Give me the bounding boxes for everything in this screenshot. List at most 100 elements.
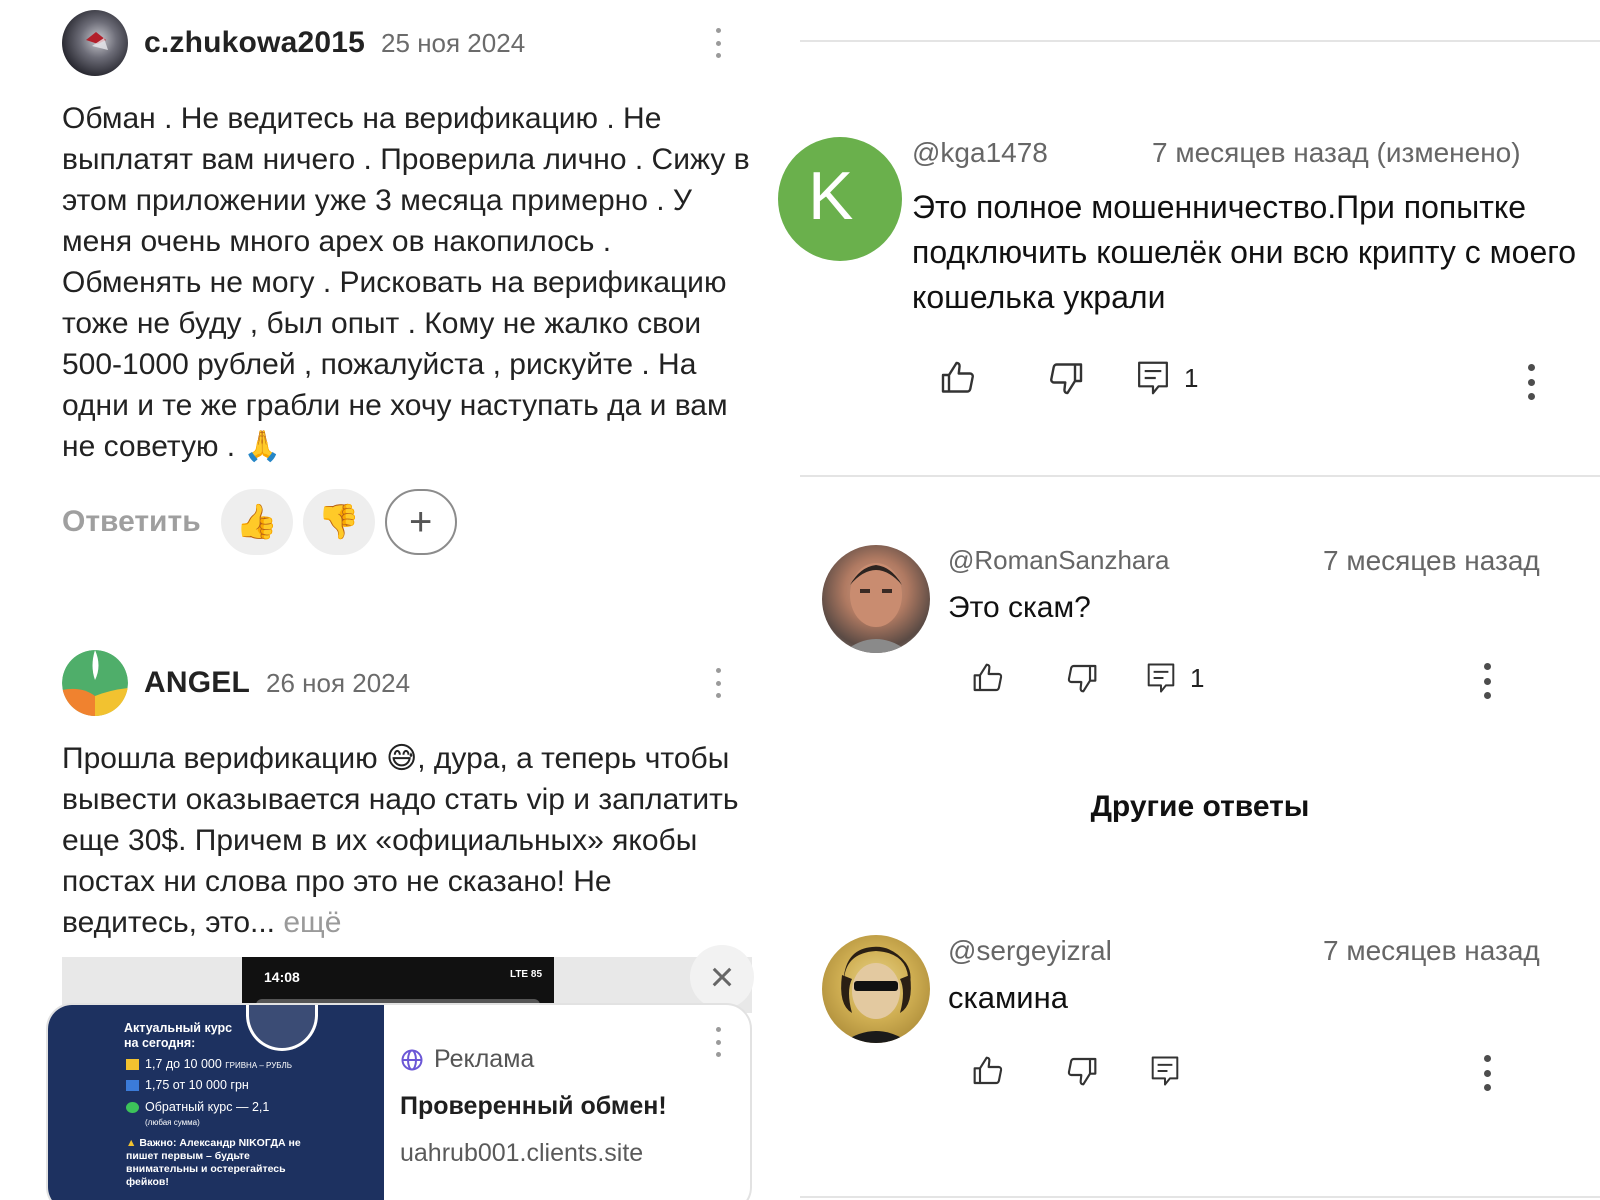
comment-author[interactable]: @kga1478 (912, 137, 1048, 169)
ad-reverse-note: (любая сумма) (145, 1118, 200, 1127)
review-date: 25 ноя 2024 (381, 27, 526, 58)
comment-icon (1147, 663, 1175, 693)
comments-panel: K @kga1478 7 месяцев назад (изменено) Эт… (778, 0, 1600, 1200)
more-options-icon[interactable] (1527, 364, 1535, 400)
review-username[interactable]: c.zhukowa2015 (144, 26, 365, 60)
replies-button[interactable]: 1 (1146, 662, 1204, 694)
like-button[interactable] (940, 360, 976, 396)
review-actions: Ответить 👍 👎 + (62, 489, 762, 555)
review-item: ANGEL 26 ноя 2024 Прошла верификацию 😅, … (62, 650, 762, 943)
more-options-icon[interactable] (1483, 1055, 1491, 1091)
thumbs-up-icon (973, 663, 1003, 692)
comment-time: 7 месяцев назад (1323, 545, 1540, 576)
comment-icon (1138, 361, 1168, 395)
dislike-button[interactable] (1066, 1055, 1098, 1087)
ad-image[interactable]: Актуальный курс на сегодня: 1,7 до 10 00… (48, 1005, 384, 1200)
more-options-icon[interactable] (1483, 663, 1491, 699)
comment-time: 7 месяцев назад (1323, 935, 1540, 966)
replies-button[interactable] (1150, 1055, 1180, 1087)
plus-icon: + (408, 499, 433, 544)
comment-text: скамина (948, 980, 1068, 1015)
avatar[interactable] (62, 650, 128, 716)
ad-warning: ▲ Важно: Александр NIKОГДА не пишет перв… (126, 1137, 306, 1189)
thumbs-up-icon (973, 1056, 1003, 1085)
thumbs-down-icon: 👎 (317, 503, 360, 541)
thumbs-up-icon: 👍 (235, 503, 278, 541)
review-text: Обман . Не ведитесь на верификацию . Не … (62, 98, 752, 467)
ad-rate-line: Обратный курс — 2,1 (любая сумма) (126, 1100, 269, 1130)
check-icon (126, 1102, 139, 1114)
ad-url[interactable]: uahrub001.clients.site (400, 1139, 730, 1168)
ad-image-heading: Актуальный курс на сегодня: (124, 1021, 233, 1050)
comment-actions: 1 (940, 360, 1198, 396)
avatar[interactable] (822, 935, 930, 1043)
ad-reverse-rate: Обратный курс — 2,1 (145, 1100, 270, 1114)
like-button[interactable] (972, 1055, 1004, 1087)
review-header: ANGEL 26 ноя 2024 (62, 650, 762, 716)
ad-rate-1: 1,7 до 10 000 (145, 1057, 222, 1071)
thumbs-down-icon (1067, 1057, 1097, 1086)
more-options-icon[interactable] (714, 668, 722, 698)
add-reaction-button[interactable]: + (384, 489, 457, 555)
ad-pair: ГРИВНА – РУБЛЬ (225, 1061, 293, 1070)
comment-icon (1151, 1056, 1179, 1086)
comment-author[interactable]: @sergeyizral (948, 935, 1112, 967)
close-icon: × (709, 953, 735, 1000)
thumbs-down-icon (1050, 363, 1083, 395)
more-options-icon[interactable] (714, 28, 722, 58)
review-username[interactable]: ANGEL (144, 666, 250, 700)
ad-label: Реклама (400, 1045, 730, 1074)
comment-text: Это полное мошенничество.При попытке под… (912, 189, 1577, 315)
ad-rate-line: 1,75 от 10 000 грн (126, 1078, 249, 1093)
ad-info: Реклама Проверенный обмен! uahrub001.cli… (400, 1045, 730, 1168)
reviews-panel: c.zhukowa2015 25 ноя 2024 Обман . Не вед… (0, 0, 780, 1200)
avatar-letter: K (808, 158, 854, 234)
reply-button[interactable]: Ответить (62, 505, 201, 539)
ad-title[interactable]: Проверенный обмен! (400, 1092, 730, 1121)
divider (800, 1196, 1600, 1198)
divider (800, 40, 1600, 42)
thumbs-up-reaction-button[interactable]: 👍 (220, 489, 293, 555)
phone-status: LTE 85 (509, 969, 542, 980)
thumbs-up-icon (941, 361, 974, 393)
comment-time: 7 месяцев назад (изменено) (1152, 137, 1521, 168)
thumbs-down-reaction-button[interactable]: 👎 (302, 489, 375, 555)
comment-actions: 1 (972, 662, 1204, 694)
replies-button[interactable]: 1 (1136, 360, 1198, 396)
review-date: 26 ноя 2024 (266, 667, 411, 698)
avatar-image-icon (86, 32, 108, 50)
close-ad-button[interactable]: × (690, 945, 754, 1009)
reply-count: 1 (1184, 362, 1199, 393)
review-header: c.zhukowa2015 25 ноя 2024 (62, 10, 762, 76)
warning-icon: ▲ (126, 1137, 137, 1149)
thumbs-down-icon (1067, 664, 1097, 693)
review-item: c.zhukowa2015 25 ноя 2024 Обман . Не вед… (62, 10, 762, 555)
other-replies-link[interactable]: Другие ответы (800, 790, 1600, 824)
review-text: Прошла верификацию 😅, дура, а теперь что… (62, 738, 752, 943)
pray-emoji: 🙏 (243, 430, 281, 463)
dislike-button[interactable] (1048, 360, 1084, 396)
bill-icon (126, 1080, 139, 1092)
ad-rate-line: 1,7 до 10 000 ГРИВНА – РУБЛЬ (126, 1057, 292, 1073)
ad-phone-screenshot: 14:08 LTE 85 (242, 957, 554, 1007)
phone-time: 14:08 (264, 969, 300, 985)
comment-actions (972, 1055, 1180, 1087)
like-button[interactable] (972, 662, 1004, 694)
dislike-button[interactable] (1066, 662, 1098, 694)
avatar-portrait-icon (841, 946, 911, 1043)
comment-text: Это скам? (948, 591, 1091, 624)
avatar[interactable] (822, 545, 930, 653)
avatar[interactable]: K (778, 137, 902, 261)
avatar[interactable] (62, 10, 128, 76)
exchange-logo-icon (246, 1005, 318, 1051)
show-more-link[interactable]: ещё (283, 906, 341, 939)
ad-more-options-icon[interactable] (714, 1027, 722, 1057)
globe-icon (401, 1049, 423, 1070)
ad-card[interactable]: Актуальный курс на сегодня: 1,7 до 10 00… (46, 1003, 752, 1200)
review-body: Обман . Не ведитесь на верификацию . Не … (62, 102, 750, 463)
ad-rate-2: 1,75 от 10 000 грн (145, 1078, 249, 1092)
reply-count: 1 (1190, 662, 1205, 693)
avatar-image-icon (62, 650, 128, 716)
comment-author[interactable]: @RomanSanzhara (948, 545, 1170, 576)
ad-warning-text: Важно: Александр NIKОГДА не пишет первым… (126, 1137, 301, 1188)
